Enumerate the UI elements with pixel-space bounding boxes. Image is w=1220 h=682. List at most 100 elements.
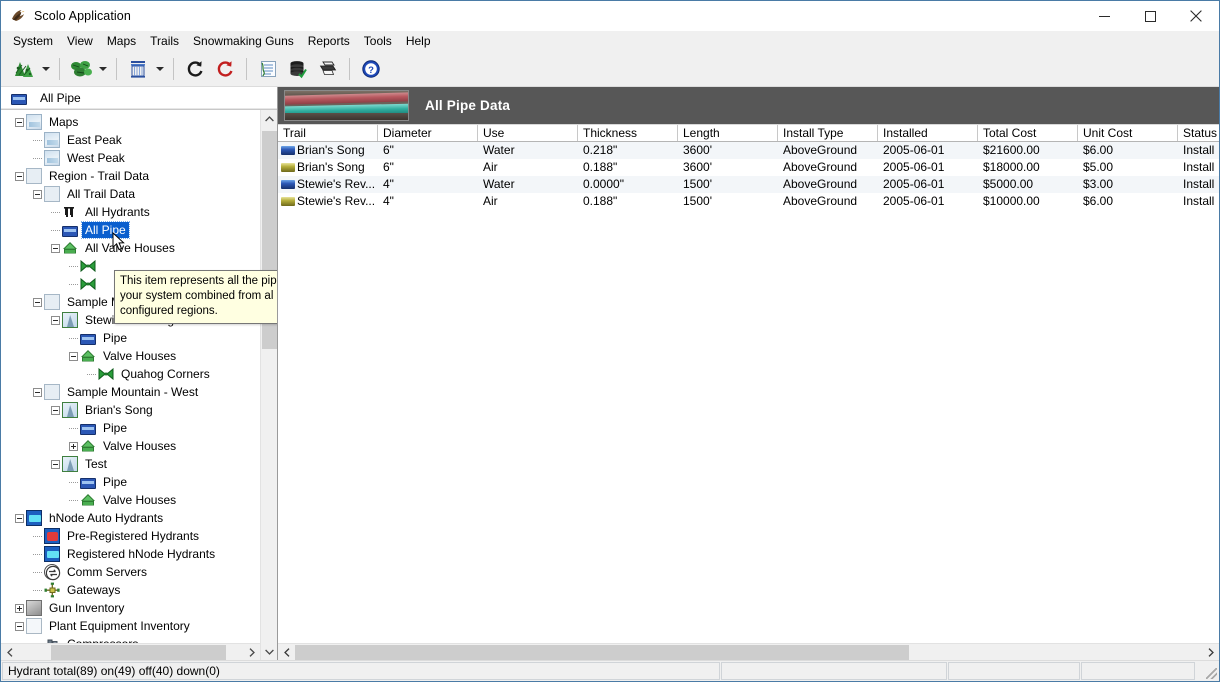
grid-dropdown-icon[interactable] <box>153 55 167 83</box>
collapse-icon[interactable] <box>33 298 42 307</box>
printer-icon[interactable] <box>313 55 343 83</box>
tree-horizontal-scrollbar[interactable] <box>1 643 260 660</box>
tree-item-brian-s-song[interactable]: Brian's Song <box>1 401 251 419</box>
tree-item-plant-equipment-inventory[interactable]: Plant Equipment Inventory <box>1 617 251 635</box>
column-header-total-cost[interactable]: Total Cost <box>978 125 1078 141</box>
tree-item-valve-houses[interactable]: Valve Houses <box>1 437 251 455</box>
table-row[interactable]: Stewie's Rev...4"Air0.188"1500'AboveGrou… <box>278 193 1219 210</box>
tree-item-region-trail-data[interactable]: Region - Trail Data <box>1 167 251 185</box>
refresh-red-icon[interactable] <box>210 55 240 83</box>
collapse-icon[interactable] <box>15 622 24 631</box>
tree-item-label: Registered hNode Hydrants <box>64 546 218 562</box>
close-icon[interactable] <box>1173 1 1219 31</box>
cell-text: Stewie's Rev... <box>297 193 375 210</box>
tree-item-pre-registered-hydrants[interactable]: Pre-Registered Hydrants <box>1 527 251 545</box>
column-header-unit-cost[interactable]: Unit Cost <box>1078 125 1178 141</box>
guns-dropdown-icon[interactable] <box>96 55 110 83</box>
tree-item-gun-inventory[interactable]: Gun Inventory <box>1 599 251 617</box>
tree-item-all-valve-houses[interactable]: All Valve Houses <box>1 239 251 257</box>
snow-guns-icon[interactable] <box>66 55 96 83</box>
tree-item-all-pipe[interactable]: All Pipe <box>1 221 251 239</box>
scroll-right-icon[interactable] <box>243 644 260 660</box>
list-lines-icon[interactable] <box>253 55 283 83</box>
tree-item-sample-mountain-west[interactable]: Sample Mountain - West <box>1 383 251 401</box>
resize-grip[interactable] <box>1203 661 1219 681</box>
minimize-icon[interactable] <box>1081 1 1127 31</box>
collapse-icon[interactable] <box>51 460 60 469</box>
cell-diameter: 6" <box>378 159 478 176</box>
collapse-icon[interactable] <box>15 172 24 181</box>
column-header-trail[interactable]: Trail <box>278 125 378 141</box>
content-panel: All Pipe Data TrailDiameterUseThicknessL… <box>278 87 1219 660</box>
expand-icon[interactable] <box>69 442 78 451</box>
tree-item-pipe[interactable]: Pipe <box>1 329 251 347</box>
tree-item-valve-houses[interactable]: Valve Houses <box>1 347 251 365</box>
tree-item-label: Test <box>82 456 110 472</box>
scroll-up-icon[interactable] <box>261 110 277 127</box>
column-header-installed[interactable]: Installed <box>878 125 978 141</box>
grid-scroll-right-icon[interactable] <box>1202 644 1219 660</box>
collapse-icon[interactable] <box>33 388 42 397</box>
table-row[interactable]: Brian's Song6"Water0.218"3600'AboveGroun… <box>278 142 1219 159</box>
menu-item-maps[interactable]: Maps <box>100 32 143 51</box>
column-header-install-type[interactable]: Install Type <box>778 125 878 141</box>
maximize-icon[interactable] <box>1127 1 1173 31</box>
menu-item-tools[interactable]: Tools <box>357 32 399 51</box>
column-header-use[interactable]: Use <box>478 125 578 141</box>
cell-unit-cost: $5.00 <box>1078 159 1178 176</box>
table-row[interactable]: Stewie's Rev...4"Water0.0000"1500'AboveG… <box>278 176 1219 193</box>
database-check-icon[interactable] <box>283 55 313 83</box>
tree-item-quahog-corners[interactable]: Quahog Corners <box>1 365 251 383</box>
collapse-icon[interactable] <box>51 244 60 253</box>
grid-hscroll-thumb[interactable] <box>295 645 909 660</box>
tree-vertical-scrollbar[interactable] <box>260 110 277 660</box>
toolbar-separator <box>246 58 247 80</box>
data-grid[interactable]: TrailDiameterUseThicknessLengthInstall T… <box>278 124 1219 660</box>
collapse-icon[interactable] <box>51 316 60 325</box>
tree-hscroll-thumb[interactable] <box>51 645 226 660</box>
collapse-icon[interactable] <box>51 406 60 415</box>
column-header-diameter[interactable]: Diameter <box>378 125 478 141</box>
grid-scroll-left-icon[interactable] <box>278 644 295 660</box>
tree-item-comm-servers[interactable]: Comm Servers <box>1 563 251 581</box>
trails-dropdown-icon[interactable] <box>39 55 53 83</box>
tree-item-hnode-auto-hydrants[interactable]: hNode Auto Hydrants <box>1 509 251 527</box>
grid-horizontal-scrollbar[interactable] <box>278 643 1219 660</box>
collapse-icon[interactable] <box>69 352 78 361</box>
scroll-left-icon[interactable] <box>1 644 18 661</box>
collapse-icon[interactable] <box>15 514 24 523</box>
menu-item-system[interactable]: System <box>6 32 60 51</box>
tree-item-all-hydrants[interactable]: All Hydrants <box>1 203 251 221</box>
column-header-thickness[interactable]: Thickness <box>578 125 678 141</box>
tree-item-west-peak[interactable]: West Peak <box>1 149 251 167</box>
column-header-length[interactable]: Length <box>678 125 778 141</box>
menu-item-trails[interactable]: Trails <box>143 32 186 51</box>
tree-item-east-peak[interactable]: East Peak <box>1 131 251 149</box>
tree-item-valve-houses[interactable]: Valve Houses <box>1 491 251 509</box>
tree-view[interactable]: MapsEast PeakWest PeakRegion - Trail Dat… <box>1 110 277 660</box>
table-row[interactable]: Brian's Song6"Air0.188"3600'AboveGround2… <box>278 159 1219 176</box>
tree-item-registered-hnode-hydrants[interactable]: Registered hNode Hydrants <box>1 545 251 563</box>
column-header-status[interactable]: Status <box>1178 125 1219 141</box>
cell-use: Water <box>478 142 578 159</box>
cell-install-type: AboveGround <box>778 159 878 176</box>
menu-item-snowmaking-guns[interactable]: Snowmaking Guns <box>186 32 301 51</box>
scroll-down-icon[interactable] <box>261 643 277 660</box>
status-panel-2 <box>721 662 947 680</box>
trails-map-icon[interactable] <box>9 55 39 83</box>
collapse-icon[interactable] <box>15 118 24 127</box>
refresh-icon[interactable] <box>180 55 210 83</box>
building-grid-icon[interactable] <box>123 55 153 83</box>
expand-icon[interactable] <box>15 604 24 613</box>
menu-item-help[interactable]: Help <box>399 32 438 51</box>
tree-item-test[interactable]: Test <box>1 455 251 473</box>
tree-item-all-trail-data[interactable]: All Trail Data <box>1 185 251 203</box>
collapse-icon[interactable] <box>33 190 42 199</box>
menu-item-view[interactable]: View <box>60 32 100 51</box>
menu-item-reports[interactable]: Reports <box>301 32 357 51</box>
tree-item-pipe[interactable]: Pipe <box>1 473 251 491</box>
help-question-icon[interactable]: ? <box>356 55 386 83</box>
tree-item-gateways[interactable]: Gateways <box>1 581 251 599</box>
tree-item-pipe[interactable]: Pipe <box>1 419 251 437</box>
tree-item-maps[interactable]: Maps <box>1 113 251 131</box>
